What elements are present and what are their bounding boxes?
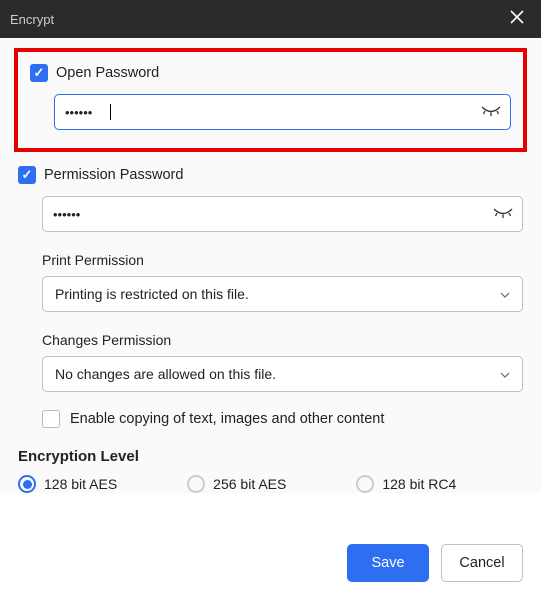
radio-indicator [18, 475, 36, 493]
radio-indicator [187, 475, 205, 493]
text-cursor [110, 104, 111, 120]
open-password-checkbox[interactable]: ✓ [30, 64, 48, 82]
print-permission-select[interactable]: Printing is restricted on this file. [42, 276, 523, 312]
print-permission-label: Print Permission [42, 252, 523, 268]
close-icon[interactable] [507, 9, 527, 29]
dialog-footer: Save Cancel [347, 544, 523, 582]
radio-indicator [356, 475, 374, 493]
dialog-content: ✓ Open Password ✓ Permission Password Pr… [0, 38, 541, 493]
permission-password-section: ✓ Permission Password Print Permission P… [14, 152, 527, 493]
titlebar: Encrypt [0, 0, 541, 38]
open-password-input[interactable] [54, 94, 511, 130]
radio-256-aes[interactable]: 256 bit AES [187, 475, 286, 493]
save-button[interactable]: Save [347, 544, 429, 582]
open-password-label: Open Password [56, 65, 159, 81]
permission-password-input[interactable] [42, 196, 523, 232]
radio-128-aes[interactable]: 128 bit AES [18, 475, 117, 493]
radio-label: 128 bit RC4 [382, 476, 456, 492]
enable-copy-label: Enable copying of text, images and other… [70, 411, 384, 427]
radio-128-rc4[interactable]: 128 bit RC4 [356, 475, 456, 493]
enable-copy-checkbox[interactable] [42, 410, 60, 428]
changes-permission-label: Changes Permission [42, 332, 523, 348]
chevron-down-icon [500, 287, 510, 301]
changes-permission-select[interactable]: No changes are allowed on this file. [42, 356, 523, 392]
radio-label: 128 bit AES [44, 476, 117, 492]
chevron-down-icon [500, 367, 510, 381]
window-title: Encrypt [10, 12, 54, 27]
changes-permission-value: No changes are allowed on this file. [55, 366, 276, 382]
eye-hide-icon[interactable] [481, 106, 501, 118]
print-permission-value: Printing is restricted on this file. [55, 286, 249, 302]
cancel-button[interactable]: Cancel [441, 544, 523, 582]
open-password-section: ✓ Open Password [14, 48, 527, 152]
permission-password-checkbox[interactable]: ✓ [18, 166, 36, 184]
encryption-level-title: Encryption Level [18, 448, 523, 465]
encryption-level-group: Encryption Level 128 bit AES 256 bit AES… [18, 448, 523, 493]
eye-hide-icon[interactable] [493, 208, 513, 220]
radio-label: 256 bit AES [213, 476, 286, 492]
permission-password-label: Permission Password [44, 167, 183, 183]
